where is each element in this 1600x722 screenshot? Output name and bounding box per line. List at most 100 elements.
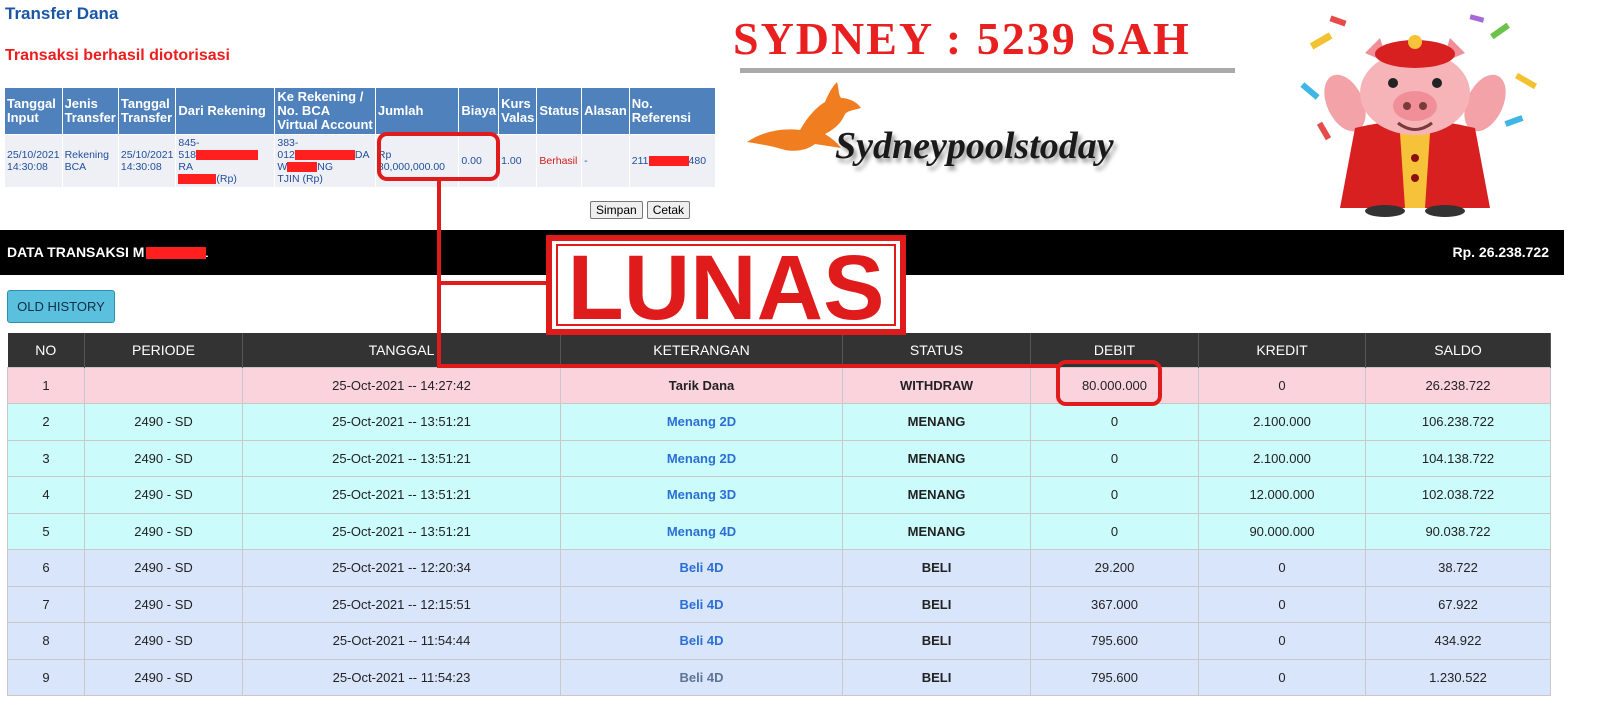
cell-saldo: 434.922 (1365, 622, 1551, 660)
cell-periode (84, 366, 243, 404)
cell-debit: 0 (1030, 476, 1199, 514)
cell-keterangan-link[interactable]: Beli 4D (560, 585, 843, 623)
cell-status: MENANG (842, 439, 1031, 477)
table-row: 3 2490 - SD 25-Oct-2021 -- 13:51:21 Mena… (7, 439, 1551, 477)
table-row: 2 2490 - SD 25-Oct-2021 -- 13:51:21 Mena… (7, 403, 1551, 441)
cell-tanggal: 25-Oct-2021 -- 13:51:21 (242, 403, 561, 441)
col-jenis-transfer: Jenis Transfer (62, 88, 118, 134)
col-status: STATUS (842, 333, 1031, 367)
transaction-table: NO PERIODE TANGGAL KETERANGAN STATUS DEB… (7, 333, 1551, 696)
brand-name: Sydneypoolstoday (835, 125, 1114, 167)
cell-keterangan-link[interactable]: Menang 2D (560, 439, 843, 477)
cell-saldo: 38.722 (1365, 549, 1551, 587)
cetak-button[interactable]: Cetak (646, 201, 691, 219)
cell-saldo: 67.922 (1365, 585, 1551, 623)
col-tanggal-transfer: Tanggal Transfer (118, 88, 176, 134)
cell-keterangan-link[interactable]: Menang 2D (560, 403, 843, 441)
table-row: 5 2490 - SD 25-Oct-2021 -- 13:51:21 Mena… (7, 512, 1551, 550)
cell-debit: 0 (1030, 403, 1199, 441)
col-debit: DEBIT (1030, 333, 1199, 367)
cell-no-referensi: 211 480 (629, 135, 715, 187)
dari-rekening-part: 845- (178, 137, 200, 149)
cell-jumlah: Rp 80,000,000.00 (375, 135, 459, 187)
old-history-button[interactable]: OLD HISTORY (7, 290, 115, 323)
cell-tanggal: 25-Oct-2021 -- 11:54:44 (242, 622, 561, 660)
col-tanggal: TANGGAL (242, 333, 561, 367)
ke-rekening-part: TJIN (Rp) (277, 173, 323, 185)
member-label-part: DATA TRANSAKSI M (7, 244, 145, 260)
col-no-referensi: No. Referensi (629, 88, 715, 134)
col-ke-rekening: Ke Rekening / No. BCA Virtual Account (275, 88, 375, 134)
cell-periode: 2490 - SD (84, 439, 243, 477)
cell-debit: 795.600 (1030, 622, 1199, 660)
redaction-mark (294, 150, 355, 161)
cell-no: 7 (7, 585, 85, 623)
cell-no: 1 (7, 366, 85, 404)
cell-periode: 2490 - SD (84, 476, 243, 514)
table-header-row: NO PERIODE TANGGAL KETERANGAN STATUS DEB… (7, 333, 1551, 367)
cell-saldo: 106.238.722 (1365, 403, 1551, 441)
cell-keterangan-link[interactable]: Menang 4D (560, 512, 843, 550)
cell-kredit: 0 (1198, 366, 1366, 404)
cell-debit: 0 (1030, 439, 1199, 477)
cell-no: 2 (7, 403, 85, 441)
redaction-mark (178, 174, 217, 185)
cell-periode: 2490 - SD (84, 549, 243, 587)
table-row: 8 2490 - SD 25-Oct-2021 -- 11:54:44 Beli… (7, 622, 1551, 660)
cell-debit: 80.000.000 (1030, 366, 1199, 404)
dari-rekening-part: RA (178, 161, 194, 173)
cell-alasan: - (582, 135, 629, 187)
ke-rekening-part: DA (354, 149, 370, 161)
col-no: NO (7, 333, 85, 367)
cell-jenis-transfer: Rekening BCA (62, 135, 118, 187)
cell-status: BELI (842, 549, 1031, 587)
col-periode: PERIODE (84, 333, 243, 367)
col-kurs-valas: Kurs Valas (499, 88, 537, 134)
cell-ke-rekening: 383- 012 DA W NG TJIN (Rp) (275, 135, 375, 187)
cell-tanggal: 25-Oct-2021 -- 11:54:23 (242, 658, 561, 696)
cell-tanggal: 25-Oct-2021 -- 12:15:51 (242, 585, 561, 623)
table-row: 7 2490 - SD 25-Oct-2021 -- 12:15:51 Beli… (7, 585, 1551, 623)
simpan-button[interactable]: Simpan (590, 201, 643, 219)
cell-periode: 2490 - SD (84, 403, 243, 441)
col-jumlah: Jumlah (375, 88, 459, 134)
transfer-title: Transfer Dana (5, 4, 119, 23)
cell-status: Berhasil (537, 135, 582, 187)
cell-status: WITHDRAW (842, 366, 1031, 404)
cell-keterangan: Tarik Dana (560, 366, 843, 404)
cell-status: BELI (842, 622, 1031, 660)
cell-saldo: 102.038.722 (1365, 476, 1551, 514)
table-row: 6 2490 - SD 25-Oct-2021 -- 12:20:34 Beli… (7, 549, 1551, 587)
col-status: Status (537, 88, 582, 134)
col-dari-rekening: Dari Rekening (176, 88, 275, 134)
cell-kredit: 12.000.000 (1198, 476, 1366, 514)
cell-keterangan-link[interactable]: Menang 3D (560, 476, 843, 514)
table-row: 4 2490 - SD 25-Oct-2021 -- 13:51:21 Mena… (7, 476, 1551, 514)
col-saldo: SALDO (1365, 333, 1551, 367)
col-biaya: Biaya (459, 88, 499, 134)
cell-keterangan-link[interactable]: Beli 4D (560, 549, 843, 587)
cell-periode: 2490 - SD (84, 512, 243, 550)
cell-tanggal: 25-Oct-2021 -- 12:20:34 (242, 549, 561, 587)
col-alasan: Alasan (582, 88, 629, 134)
cell-kredit: 2.100.000 (1198, 439, 1366, 477)
cell-kredit: 0 (1198, 622, 1366, 660)
cell-status: BELI (842, 658, 1031, 696)
cell-keterangan-link[interactable]: Beli 4D (560, 622, 843, 660)
dari-rekening-part: 518 (178, 149, 196, 161)
transfer-row: 25/10/2021 14:30:08 Rekening BCA 25/10/2… (5, 135, 715, 187)
cell-kredit: 90.000.000 (1198, 512, 1366, 550)
redaction-mark (195, 150, 258, 161)
table-row: 1 25-Oct-2021 -- 14:27:42 Tarik Dana WIT… (7, 366, 1551, 404)
ke-rekening-part: 383- (277, 137, 299, 149)
cell-status: MENANG (842, 512, 1031, 550)
cell-kredit: 0 (1198, 549, 1366, 587)
cell-tanggal-input: 25/10/2021 14:30:08 (5, 135, 62, 187)
banner-title: SYDNEY : 5239 SAH (733, 13, 1191, 64)
transfer-table-header: Tanggal Input Jenis Transfer Tanggal Tra… (5, 88, 715, 134)
lunas-stamp: LUNAS (546, 235, 906, 336)
cell-tanggal-transfer: 25/10/2021 14:30:08 (118, 135, 176, 187)
pig-mascot-icon (1300, 14, 1538, 217)
cell-keterangan-link[interactable]: Beli 4D (560, 658, 843, 696)
cell-no: 9 (7, 658, 85, 696)
